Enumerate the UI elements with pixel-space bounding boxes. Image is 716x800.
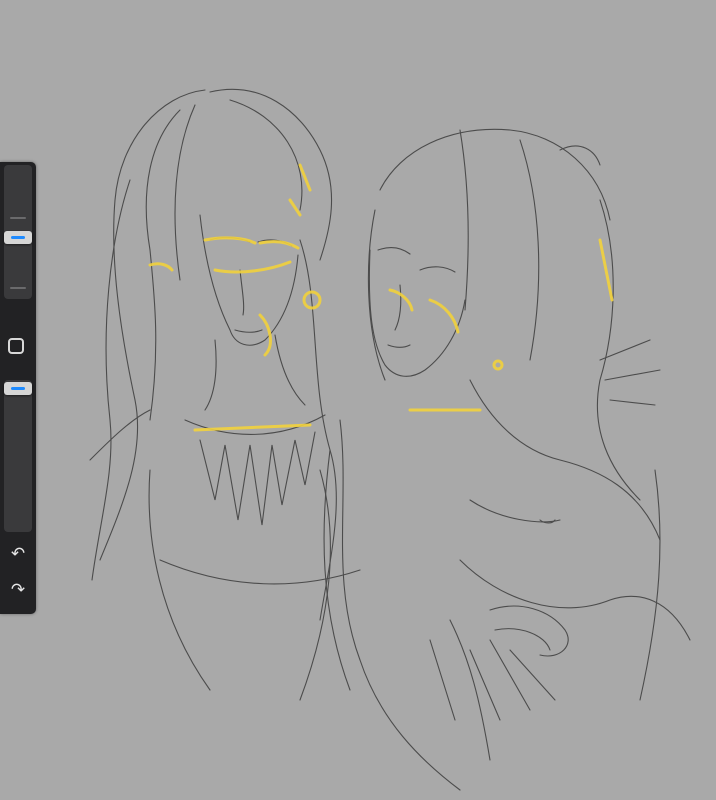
sketch-artwork <box>89 88 691 791</box>
redo-arrow-icon: ↷ <box>10 580 26 600</box>
brush-opacity-slider[interactable] <box>4 380 32 532</box>
square-icon[interactable] <box>8 338 24 354</box>
undo-button[interactable]: ↶ <box>0 542 36 566</box>
redo-button[interactable]: ↷ <box>0 578 36 602</box>
slider-tick <box>10 287 26 289</box>
slider-tick <box>10 217 26 219</box>
brush-size-slider[interactable] <box>4 165 32 299</box>
sidebar-toolbar: ↶ ↷ <box>0 162 36 614</box>
brush-opacity-handle[interactable] <box>4 382 32 395</box>
undo-arrow-icon: ↶ <box>10 544 26 564</box>
brush-size-handle[interactable] <box>4 231 32 245</box>
drawing-canvas[interactable] <box>0 0 716 800</box>
